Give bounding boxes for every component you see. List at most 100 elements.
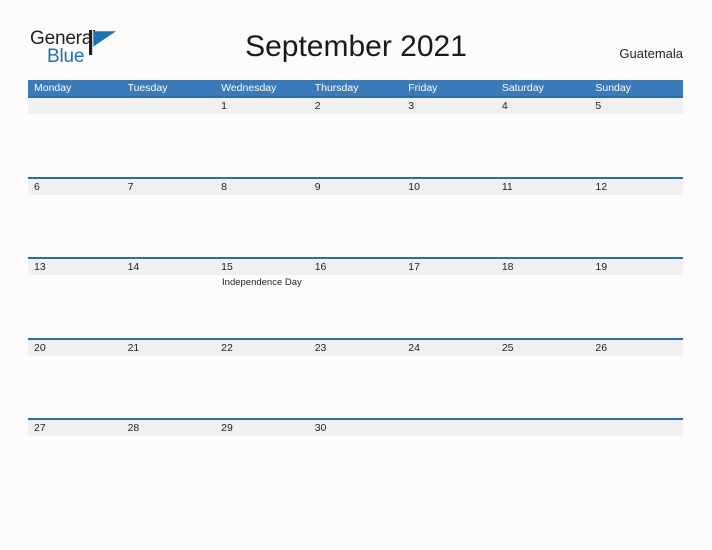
day-events bbox=[221, 195, 309, 197]
region-label: Guatemala bbox=[619, 46, 683, 61]
day-events bbox=[221, 114, 309, 116]
day-number bbox=[34, 98, 122, 114]
day-cell[interactable]: 7 bbox=[122, 179, 216, 258]
week-row: 20 21 22 23 24 25 26 bbox=[28, 337, 683, 419]
day-events bbox=[315, 114, 403, 116]
day-number: 30 bbox=[314, 422, 327, 434]
dow-tuesday: Tuesday bbox=[127, 82, 168, 94]
day-cell[interactable]: 1 bbox=[215, 98, 309, 177]
day-cell[interactable]: 13 bbox=[28, 259, 122, 338]
day-number: 13 bbox=[34, 261, 46, 273]
dow-sunday: Sunday bbox=[595, 82, 631, 94]
day-cell[interactable]: 25 bbox=[496, 340, 590, 419]
day-cell[interactable]: 16 bbox=[309, 259, 403, 338]
day-number: 10 bbox=[408, 180, 420, 193]
day-events bbox=[595, 195, 683, 197]
day-number: 17 bbox=[408, 261, 420, 273]
day-cell[interactable] bbox=[28, 98, 122, 177]
day-events bbox=[128, 356, 216, 358]
day-number: 8 bbox=[221, 180, 227, 193]
week-row: 1 2 3 4 5 bbox=[28, 96, 683, 177]
day-number: 21 bbox=[127, 341, 140, 354]
day-cell[interactable]: 2 bbox=[309, 98, 403, 177]
day-number: 5 bbox=[595, 100, 602, 112]
day-events bbox=[34, 195, 122, 197]
day-events bbox=[128, 436, 216, 438]
day-cell[interactable] bbox=[122, 98, 216, 177]
day-number bbox=[408, 420, 496, 436]
day-cell[interactable]: 29 bbox=[215, 420, 309, 499]
day-number: 11 bbox=[501, 180, 513, 193]
day-cell[interactable]: 28 bbox=[122, 420, 216, 499]
day-cell[interactable]: 14 bbox=[122, 259, 216, 338]
day-cell[interactable]: 21 bbox=[122, 340, 216, 419]
day-cell[interactable]: 10 bbox=[402, 179, 496, 258]
day-cell[interactable]: 3 bbox=[402, 98, 496, 177]
day-cell[interactable]: 20 bbox=[28, 340, 122, 419]
day-cell[interactable]: 11 bbox=[496, 179, 590, 258]
day-number: 22 bbox=[221, 341, 233, 354]
day-number: 7 bbox=[127, 180, 134, 193]
day-cell[interactable]: 30 bbox=[309, 420, 403, 499]
day-events bbox=[408, 114, 496, 116]
day-cell[interactable]: 23 bbox=[309, 340, 403, 419]
day-events bbox=[128, 195, 216, 197]
day-cell[interactable]: 6 bbox=[28, 179, 122, 258]
day-cell[interactable]: 8 bbox=[215, 179, 309, 258]
day-number: 28 bbox=[127, 422, 140, 434]
day-cell[interactable]: 4 bbox=[496, 98, 590, 177]
calendar-page: General Blue September 2021 Guatemala Mo… bbox=[0, 0, 712, 550]
day-events bbox=[502, 436, 590, 438]
day-number: 18 bbox=[501, 261, 514, 273]
day-number: 24 bbox=[408, 341, 420, 354]
dow-friday: Friday bbox=[408, 82, 438, 94]
dow-saturday: Saturday bbox=[501, 82, 544, 94]
page-header: General Blue September 2021 Guatemala bbox=[0, 0, 712, 78]
day-number: 9 bbox=[314, 180, 321, 193]
week-row: 6 7 8 9 10 11 12 bbox=[28, 176, 683, 258]
day-cell[interactable]: 9 bbox=[309, 179, 403, 258]
day-number: 26 bbox=[595, 341, 608, 354]
day-events bbox=[595, 114, 683, 116]
week-row: 13 14 15 Independence Day 16 17 18 19 bbox=[28, 257, 683, 338]
day-number: 4 bbox=[501, 100, 508, 112]
day-number: 20 bbox=[34, 341, 46, 354]
day-number: 3 bbox=[408, 100, 415, 112]
week-row: 27 28 29 30 bbox=[28, 418, 683, 499]
day-events bbox=[315, 356, 403, 358]
day-events bbox=[595, 356, 683, 358]
day-events bbox=[502, 275, 590, 277]
day-events bbox=[408, 275, 496, 277]
day-number: 15 bbox=[221, 261, 233, 273]
day-cell[interactable]: 24 bbox=[402, 340, 496, 419]
event-label: Independence Day bbox=[222, 277, 302, 288]
day-number: 2 bbox=[314, 100, 321, 112]
day-cell[interactable]: 12 bbox=[589, 179, 683, 258]
day-events bbox=[221, 436, 309, 438]
day-cell[interactable] bbox=[402, 420, 496, 499]
day-number: 25 bbox=[501, 341, 514, 354]
day-events bbox=[408, 436, 496, 438]
day-number: 14 bbox=[127, 261, 140, 273]
day-cell[interactable]: 19 bbox=[589, 259, 683, 338]
day-cell[interactable]: 5 bbox=[589, 98, 683, 177]
day-cell[interactable] bbox=[589, 420, 683, 499]
day-number bbox=[595, 420, 683, 436]
day-cell[interactable]: 17 bbox=[402, 259, 496, 338]
day-number: 12 bbox=[595, 180, 608, 193]
day-number: 19 bbox=[595, 261, 608, 273]
page-title: September 2021 bbox=[245, 30, 467, 63]
day-cell[interactable]: 27 bbox=[28, 420, 122, 499]
day-events bbox=[595, 275, 683, 277]
day-cell[interactable]: 15 Independence Day bbox=[215, 259, 309, 338]
day-cell[interactable]: 22 bbox=[215, 340, 309, 419]
day-cell[interactable]: 26 bbox=[589, 340, 683, 419]
day-cell[interactable]: 18 bbox=[496, 259, 590, 338]
day-number: 29 bbox=[221, 422, 233, 434]
day-events bbox=[34, 436, 122, 438]
dow-thursday: Thursday bbox=[314, 82, 359, 94]
day-number bbox=[502, 420, 590, 436]
day-events bbox=[502, 114, 590, 116]
day-cell[interactable] bbox=[496, 420, 590, 499]
day-events bbox=[315, 195, 403, 197]
